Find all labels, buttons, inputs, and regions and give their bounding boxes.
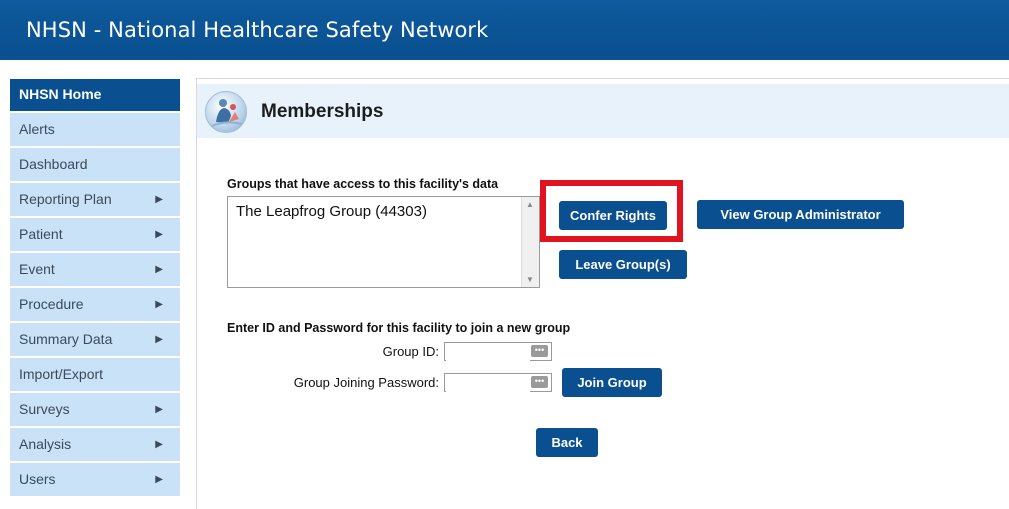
- join-group-instructions: Enter ID and Password for this facility …: [227, 321, 571, 335]
- memberships-icon: [205, 91, 247, 133]
- sidebar-item-event[interactable]: Event ▶: [10, 253, 180, 286]
- app-title: NHSN - National Healthcare Safety Networ…: [26, 18, 489, 42]
- sidebar-item-label: NHSN Home: [19, 86, 102, 102]
- submenu-arrow-icon: ▶: [155, 264, 163, 275]
- sidebar-item-alerts[interactable]: Alerts: [10, 113, 180, 146]
- main-panel: Memberships Groups that have access to t…: [196, 78, 1009, 509]
- sidebar-item-nhsn-home[interactable]: NHSN Home: [10, 79, 180, 111]
- sidebar-item-label: Dashboard: [19, 156, 88, 172]
- sidebar-item-label: Summary Data: [19, 331, 113, 347]
- sidebar-item-analysis[interactable]: Analysis ▶: [10, 428, 180, 461]
- leave-groups-button[interactable]: Leave Group(s): [559, 250, 687, 279]
- sidebar-item-procedure[interactable]: Procedure ▶: [10, 288, 180, 321]
- submenu-arrow-icon: ▶: [155, 474, 163, 485]
- password-manager-icon[interactable]: •••: [531, 376, 548, 388]
- sidebar-nav: NHSN Home Alerts Dashboard Reporting Pla…: [10, 79, 180, 498]
- page-header: Memberships: [197, 84, 1009, 138]
- page-title: Memberships: [261, 101, 384, 122]
- submenu-arrow-icon: ▶: [155, 229, 163, 240]
- highlight-box: [540, 180, 683, 242]
- sidebar-item-label: Surveys: [19, 401, 70, 417]
- scroll-down-icon[interactable]: ▼: [526, 275, 534, 284]
- sidebar-item-label: Alerts: [19, 121, 55, 137]
- sidebar-item-reporting-plan[interactable]: Reporting Plan ▶: [10, 183, 180, 216]
- sidebar-item-label: Reporting Plan: [19, 191, 112, 207]
- submenu-arrow-icon: ▶: [155, 334, 163, 345]
- sidebar-item-label: Patient: [19, 226, 63, 242]
- sidebar-item-patient[interactable]: Patient ▶: [10, 218, 180, 251]
- top-banner: NHSN - National Healthcare Safety Networ…: [0, 0, 1009, 60]
- group-password-field[interactable]: •••: [444, 373, 552, 392]
- list-item[interactable]: The Leapfrog Group (44303): [236, 203, 427, 220]
- group-id-field[interactable]: •••: [444, 342, 552, 361]
- group-id-label: Group ID:: [382, 344, 439, 359]
- groups-listbox[interactable]: The Leapfrog Group (44303) ▲ ▼: [227, 196, 540, 288]
- view-group-administrator-button[interactable]: View Group Administrator: [697, 200, 904, 229]
- submenu-arrow-icon: ▶: [155, 194, 163, 205]
- group-password-label: Group Joining Password:: [293, 375, 439, 390]
- sidebar-item-label: Analysis: [19, 436, 72, 452]
- listbox-scrollbar[interactable]: ▲ ▼: [521, 197, 539, 287]
- join-group-button[interactable]: Join Group: [562, 368, 662, 397]
- sidebar-item-label: Import/Export: [19, 366, 104, 382]
- sidebar-item-import-export[interactable]: Import/Export: [10, 358, 180, 391]
- sidebar-item-label: Procedure: [19, 296, 84, 312]
- sidebar-item-dashboard[interactable]: Dashboard: [10, 148, 180, 181]
- sidebar-item-surveys[interactable]: Surveys ▶: [10, 393, 180, 426]
- sidebar-item-summary-data[interactable]: Summary Data ▶: [10, 323, 180, 356]
- sidebar-item-users[interactable]: Users ▶: [10, 463, 180, 496]
- groups-access-label: Groups that have access to this facility…: [227, 177, 499, 191]
- group-id-input[interactable]: [446, 344, 530, 361]
- back-button[interactable]: Back: [536, 428, 598, 457]
- submenu-arrow-icon: ▶: [155, 404, 163, 415]
- sidebar-item-label: Users: [19, 471, 56, 487]
- group-password-input[interactable]: [446, 375, 530, 392]
- password-manager-icon[interactable]: •••: [531, 345, 548, 357]
- submenu-arrow-icon: ▶: [155, 439, 163, 450]
- sidebar-item-label: Event: [19, 261, 55, 277]
- scroll-up-icon[interactable]: ▲: [526, 200, 534, 209]
- submenu-arrow-icon: ▶: [155, 299, 163, 310]
